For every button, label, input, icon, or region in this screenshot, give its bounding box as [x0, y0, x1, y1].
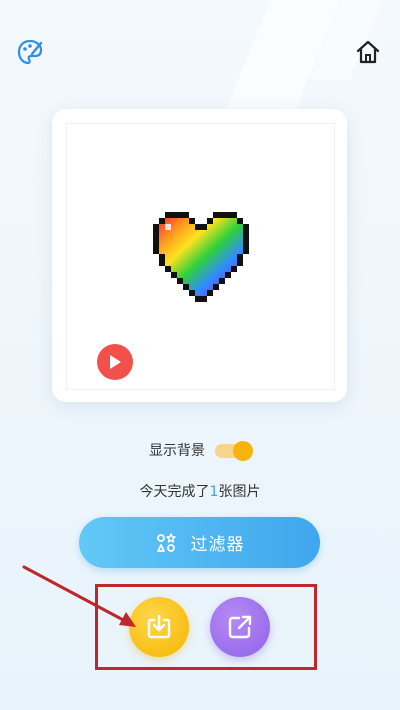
- artwork-card: [52, 109, 347, 402]
- play-button[interactable]: [97, 344, 133, 380]
- pixel-heart-image: [153, 212, 249, 302]
- show-background-row: 显示背景: [0, 440, 400, 461]
- completed-suffix: 张图片: [218, 484, 261, 500]
- toggle-knob: [233, 441, 253, 461]
- share-icon: [228, 615, 252, 639]
- artwork-canvas[interactable]: [66, 123, 335, 390]
- share-button[interactable]: [210, 597, 270, 657]
- filter-button-label: 过滤器: [190, 535, 245, 555]
- play-icon: [110, 355, 121, 369]
- filter-button[interactable]: 过滤器: [79, 517, 320, 568]
- completed-today-text: 今天完成了1张图片: [0, 481, 400, 501]
- home-icon[interactable]: [352, 36, 384, 68]
- palette-icon[interactable]: [14, 36, 46, 68]
- download-icon: [147, 614, 171, 639]
- download-button[interactable]: [129, 597, 189, 657]
- show-background-label: 显示背景: [149, 443, 205, 459]
- completed-prefix: 今天完成了: [139, 484, 210, 500]
- show-background-toggle[interactable]: [215, 441, 253, 461]
- filter-icon: [156, 532, 176, 552]
